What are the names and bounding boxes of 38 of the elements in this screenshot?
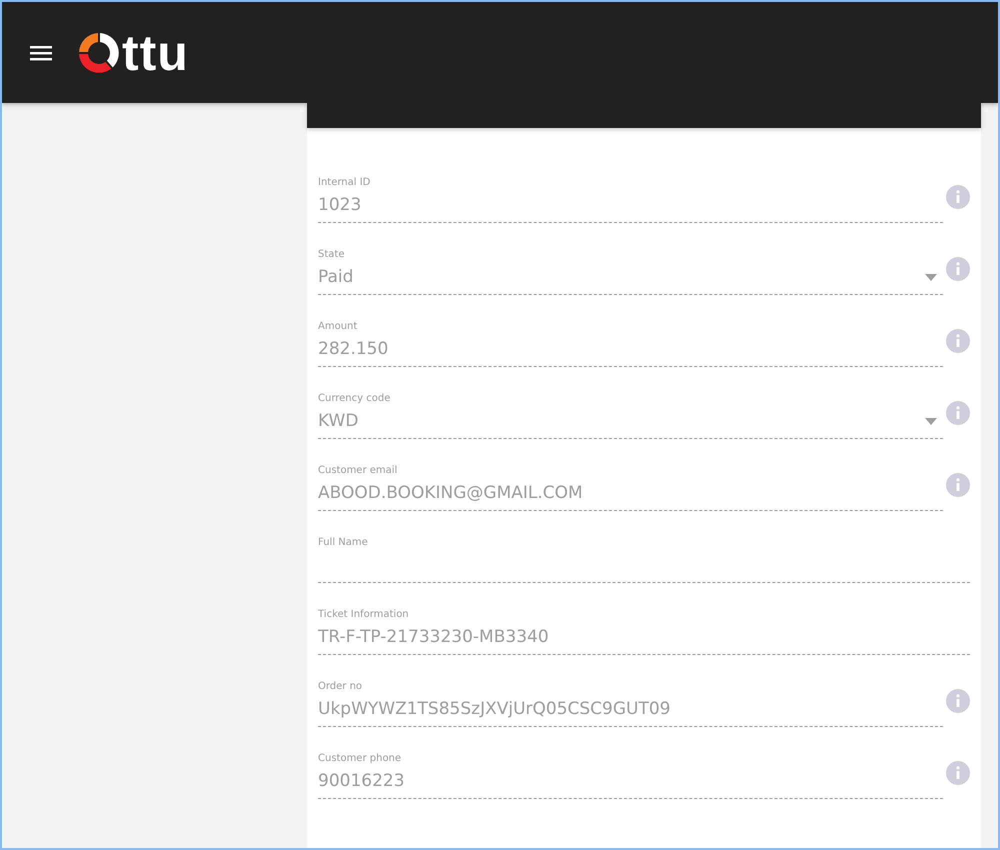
field-label: Internal ID [318,177,372,188]
select-field[interactable]: Currency code KWD [318,385,943,439]
field-label: Customer phone [318,753,402,764]
field-label: Customer email [318,465,398,476]
input-field[interactable]: Amount 282.150 [318,313,943,367]
field-value: KWD [318,411,360,431]
input-field[interactable]: Full Name [318,529,970,583]
info-icon[interactable] [946,257,970,281]
info-icon[interactable] [946,185,970,209]
field-label: State [318,249,346,260]
field-label: Currency code [318,393,392,404]
info-icon[interactable] [946,689,970,713]
field-value: 282.150 [318,339,390,359]
menu-icon[interactable] [30,44,52,60]
field-label: Full Name [318,537,369,548]
field-value: TR-F-TP-21733230-MB3340 [318,627,550,647]
info-icon[interactable] [946,329,970,353]
ring-logo-icon [78,32,120,74]
input-field[interactable]: Internal ID 1023 [318,169,943,223]
field-label: Order no [318,681,364,692]
field-label: Amount [318,321,358,332]
select-field[interactable]: State Paid [318,241,943,295]
info-icon[interactable] [946,473,970,497]
dropdown-caret-icon[interactable] [925,274,937,280]
input-field[interactable]: Customer phone 90016223 [318,745,943,799]
info-icon[interactable] [946,401,970,425]
field-value: 1023 [318,195,362,215]
field-value: Paid [318,267,354,287]
logo-text: ttu [122,28,189,78]
field-label: Ticket Information [318,609,410,620]
info-icon[interactable] [946,761,970,785]
input-field[interactable]: Customer email ABOOD.BOOKING@GMAIL.COM [318,457,943,511]
input-field[interactable]: Order no UkpWYWZ1TS85SzJXVjUrQ05CSC9GUT09 [318,673,943,727]
dropdown-caret-icon[interactable] [925,418,937,424]
field-value: UkpWYWZ1TS85SzJXVjUrQ05CSC9GUT09 [318,699,672,719]
field-value: ABOOD.BOOKING@GMAIL.COM [318,483,584,503]
input-field[interactable]: Ticket Information TR-F-TP-21733230-MB3340 [318,601,970,655]
field-value: 90016223 [318,771,406,791]
